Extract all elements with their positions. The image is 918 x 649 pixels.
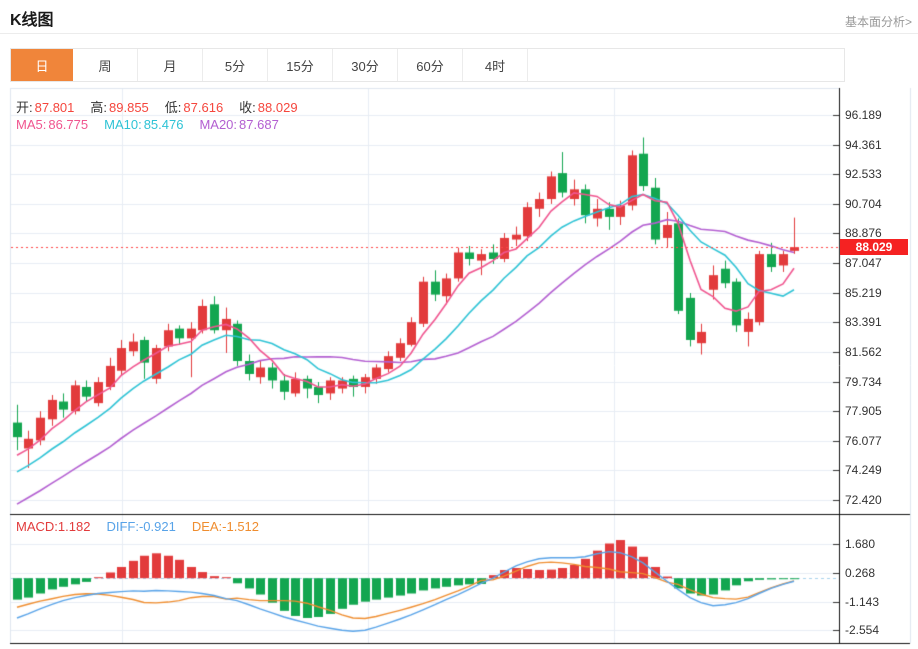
price-axis-label: 96.189 <box>845 108 882 122</box>
diff-value: DIFF:-0.921 <box>106 519 176 534</box>
tab-2[interactable]: 月 <box>138 49 203 81</box>
price-axis-label: 72.420 <box>845 493 882 507</box>
price-axis-label: 79.734 <box>845 375 882 389</box>
ma-info-row: MA5: 86.775 MA10: 85.476 MA20: 87.687 <box>16 117 279 132</box>
price-axis-label: 94.361 <box>845 138 882 152</box>
high-value: 高: 89.855 <box>90 100 149 115</box>
price-axis-label: 87.047 <box>845 256 882 270</box>
macd-axis-label: -2.554 <box>845 623 880 637</box>
price-axis-label: 74.249 <box>845 463 882 477</box>
tab-7[interactable]: 4时 <box>463 49 528 81</box>
macd-axis-label: -1.143 <box>845 595 880 609</box>
ohlc-info-row: 开: 87.801 高: 89.855 低: 87.616 收: 88.029 <box>16 97 298 116</box>
ma10-value: MA10: 85.476 <box>104 117 184 132</box>
close-value: 收: 88.029 <box>239 100 298 115</box>
tab-6[interactable]: 60分 <box>398 49 463 81</box>
price-axis-label: 85.219 <box>845 286 882 300</box>
macd-value: MACD:1.182 <box>16 519 91 534</box>
low-value: 低: 87.616 <box>164 100 224 115</box>
macd-info-row: MACD:1.182 DIFF:-0.921 DEA:-1.512 <box>16 519 259 534</box>
tab-4[interactable]: 15分 <box>268 49 333 81</box>
macd-axis-label: 1.680 <box>845 537 876 551</box>
tab-1[interactable]: 周 <box>73 49 138 81</box>
open-value: 开: 87.801 <box>16 100 75 115</box>
fundamental-analysis-link[interactable]: 基本面分析> <box>845 13 912 30</box>
page-title: K线图 <box>10 12 54 29</box>
price-axis-label: 92.533 <box>845 167 882 181</box>
dea-value: DEA:-1.512 <box>191 519 260 534</box>
price-axis-label: 90.704 <box>845 197 882 211</box>
price-axis-label: 77.905 <box>845 404 882 418</box>
tab-3[interactable]: 5分 <box>203 49 268 81</box>
price-axis-label: 83.391 <box>845 315 882 329</box>
ma20-value: MA20: 87.687 <box>199 117 279 132</box>
ma5-value: MA5: 86.775 <box>16 117 89 132</box>
header-divider <box>0 33 918 34</box>
tab-5[interactable]: 30分 <box>333 49 398 81</box>
current-price-badge: 88.029 <box>840 239 908 255</box>
period-tabbar: 日周月 5分 15分 30分 60分 4时 <box>10 48 845 82</box>
price-axis-label: 81.562 <box>845 345 882 359</box>
tab-0[interactable]: 日 <box>11 49 73 81</box>
price-axis-label: 76.077 <box>845 434 882 448</box>
macd-axis-label: 0.268 <box>845 566 876 580</box>
